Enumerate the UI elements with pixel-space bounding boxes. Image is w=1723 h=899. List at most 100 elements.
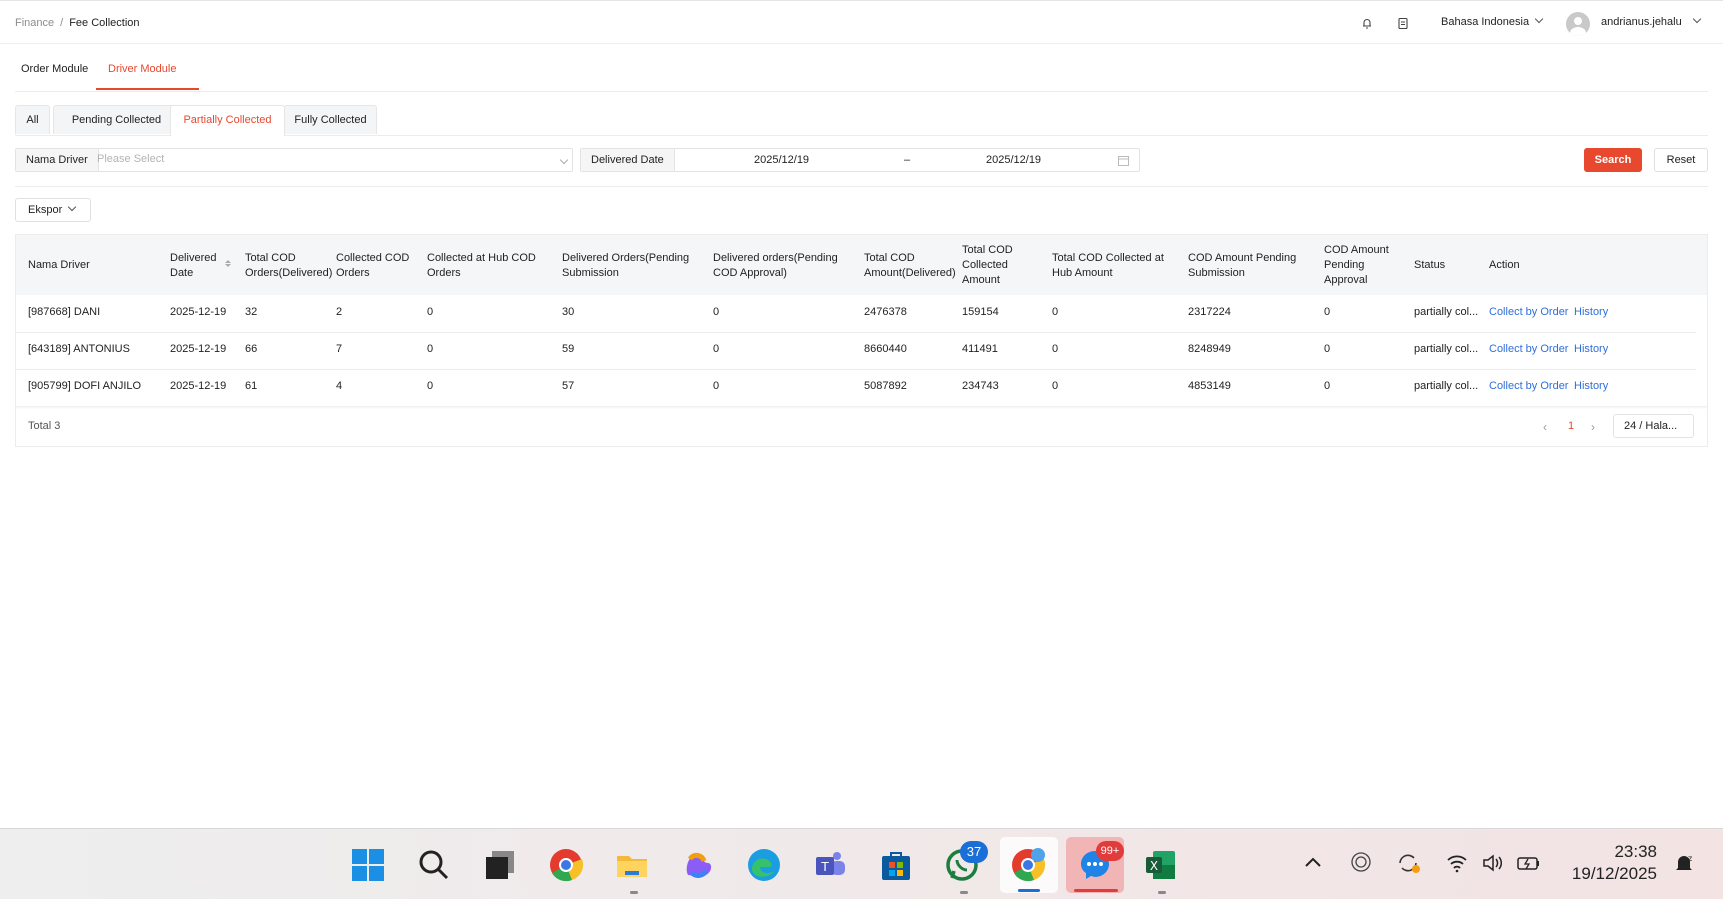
page-size-select[interactable]: 24 / Hala... xyxy=(1613,414,1694,438)
reset-button[interactable]: Reset xyxy=(1654,148,1708,172)
cell-delivered-pending-submission: 30 xyxy=(562,306,575,318)
copilot-icon[interactable] xyxy=(680,847,716,883)
cell-total-hub-amount: 0 xyxy=(1052,380,1059,392)
user-menu[interactable]: andrianus.jehalu xyxy=(1601,14,1701,28)
collect-by-order-link[interactable]: Collect by Order xyxy=(1489,380,1568,392)
sync-icon[interactable] xyxy=(1396,851,1422,875)
tab-driver-module[interactable]: Driver Module xyxy=(108,63,176,75)
horizontal-scrollbar[interactable] xyxy=(16,406,1707,409)
cell-delivered-pending-approval: 0 xyxy=(713,343,720,355)
status-tabs: All Pending Collected Partially Collecte… xyxy=(15,105,1708,136)
svg-text:z: z xyxy=(1688,854,1692,863)
file-explorer-icon[interactable] xyxy=(614,847,650,883)
breadcrumb-current: Fee Collection xyxy=(69,17,140,29)
chevron-up-icon[interactable] xyxy=(1303,853,1323,873)
radar-icon[interactable] xyxy=(1350,851,1372,873)
cell-collected-hub-orders: 0 xyxy=(427,306,434,318)
tab-pending-collected[interactable]: Pending Collected xyxy=(53,105,180,134)
breadcrumb-separator: / xyxy=(60,17,64,29)
chevron-down-icon xyxy=(68,202,77,212)
edge-icon[interactable] xyxy=(746,847,782,883)
svg-text:X: X xyxy=(1150,859,1158,873)
col-collected-hub-orders: Collected at Hub COD Orders xyxy=(427,252,536,279)
system-clock[interactable]: 23:38 19/12/2025 xyxy=(1567,841,1657,885)
driver-select[interactable]: Please Select xyxy=(97,153,164,165)
attention-indicator xyxy=(1074,889,1118,892)
history-link[interactable]: History xyxy=(1574,380,1608,392)
chrome-profile-icon[interactable] xyxy=(1010,847,1046,883)
col-total-hub-amount: Total COD Collected at Hub Amount xyxy=(1052,252,1164,279)
tab-fully-collected[interactable]: Fully Collected xyxy=(284,105,377,134)
col-delivered-pending-approval: Delivered orders(Pending COD Approval) xyxy=(713,252,838,279)
col-total-cod-orders: Total COD Orders(Delivered) xyxy=(245,252,333,279)
running-indicator xyxy=(1158,891,1166,894)
teams-icon[interactable]: T xyxy=(812,847,848,883)
collect-by-order-link[interactable]: Collect by Order xyxy=(1489,306,1568,318)
history-link[interactable]: History xyxy=(1574,343,1608,355)
cell-collected-cod-orders: 7 xyxy=(336,343,343,355)
search-button[interactable]: Search xyxy=(1584,148,1642,172)
search-icon[interactable] xyxy=(416,847,452,883)
col-total-cod-amount: Total COD Amount(Delivered) xyxy=(864,252,956,279)
breadcrumb-parent[interactable]: Finance xyxy=(15,17,54,29)
notification-bell-icon[interactable]: z xyxy=(1672,851,1696,875)
chevron-down-icon xyxy=(1692,14,1701,24)
sort-icon[interactable] xyxy=(225,259,231,268)
windows-start-icon[interactable] xyxy=(350,847,386,883)
active-app-indicator xyxy=(1018,889,1040,892)
cell-amount-pending-approval: 0 xyxy=(1324,343,1331,355)
excel-icon[interactable]: X xyxy=(1143,847,1179,883)
col-amount-pending-approval: COD Amount Pending Approval xyxy=(1324,244,1389,286)
driver-filter-label: Nama Driver xyxy=(16,149,99,171)
clipboard-icon[interactable] xyxy=(1396,16,1410,30)
col-total-cod-collected: Total COD Collected Amount xyxy=(962,244,1013,286)
cell-amount-pending-submission: 4853149 xyxy=(1188,380,1231,392)
cell-collected-cod-orders: 2 xyxy=(336,306,343,318)
date-from-input[interactable]: 2025/12/19 xyxy=(754,154,809,166)
cell-driver: [987668] DANI xyxy=(28,306,101,318)
bell-icon[interactable] xyxy=(1360,16,1374,30)
page-size-label: 24 / Hala... xyxy=(1624,420,1678,432)
top-bar: Finance / Fee Collection Bahasa Indonesia … xyxy=(0,0,1723,44)
whatsapp-badge: 37 xyxy=(960,841,988,863)
language-selector[interactable]: Bahasa Indonesia xyxy=(1441,14,1544,28)
history-link[interactable]: History xyxy=(1574,306,1608,318)
table-total: Total 3 xyxy=(28,420,61,432)
col-delivered-date[interactable]: Delivered Date xyxy=(170,251,216,281)
messenger-badge: 99+ xyxy=(1096,841,1124,861)
chevron-right-icon[interactable]: › xyxy=(1591,420,1595,434)
chevron-left-icon[interactable]: ‹ xyxy=(1543,420,1547,434)
wifi-icon[interactable] xyxy=(1446,853,1468,873)
date-to-input[interactable]: 2025/12/19 xyxy=(986,154,1041,166)
col-driver: Nama Driver xyxy=(28,259,90,271)
tab-all[interactable]: All xyxy=(15,105,50,134)
task-view-icon[interactable] xyxy=(482,847,518,883)
microsoft-store-icon[interactable] xyxy=(878,847,914,883)
cell-status: partially col... xyxy=(1414,343,1479,355)
cell-collected-hub-orders: 0 xyxy=(427,380,434,392)
cell-delivered-pending-submission: 59 xyxy=(562,343,575,355)
cell-driver: [643189] ANTONIUS xyxy=(28,343,130,355)
breadcrumb: Finance / Fee Collection xyxy=(15,17,140,29)
collect-by-order-link[interactable]: Collect by Order xyxy=(1489,343,1568,355)
cell-total-cod-amount: 2476378 xyxy=(864,306,907,318)
tab-partially-collected[interactable]: Partially Collected xyxy=(170,105,285,136)
cell-delivered-pending-approval: 0 xyxy=(713,380,720,392)
cell-collected-cod-orders: 4 xyxy=(336,380,343,392)
export-button[interactable]: Ekspor xyxy=(15,198,91,222)
cell-date: 2025-12-19 xyxy=(170,380,227,392)
cell-amount-pending-approval: 0 xyxy=(1324,306,1331,318)
tab-order-module[interactable]: Order Module xyxy=(21,63,88,75)
cell-total-cod-collected: 159154 xyxy=(962,306,999,318)
calendar-icon[interactable] xyxy=(1118,155,1129,166)
table-row: [987668] DANI 2025-12-19 32 2 0 30 0 247… xyxy=(16,295,1696,333)
driver-filter: Nama Driver Please Select xyxy=(15,148,573,172)
page-current[interactable]: 1 xyxy=(1568,420,1574,432)
table-row: [905799] DOFI ANJILO 2025-12-19 61 4 0 5… xyxy=(16,369,1696,407)
active-tab-indicator xyxy=(96,88,199,90)
volume-icon[interactable] xyxy=(1481,853,1503,873)
battery-charging-icon[interactable] xyxy=(1516,853,1542,873)
chrome-icon[interactable] xyxy=(548,847,584,883)
col-amount-pending-submission: COD Amount Pending Submission xyxy=(1188,252,1297,279)
avatar[interactable] xyxy=(1566,12,1590,36)
